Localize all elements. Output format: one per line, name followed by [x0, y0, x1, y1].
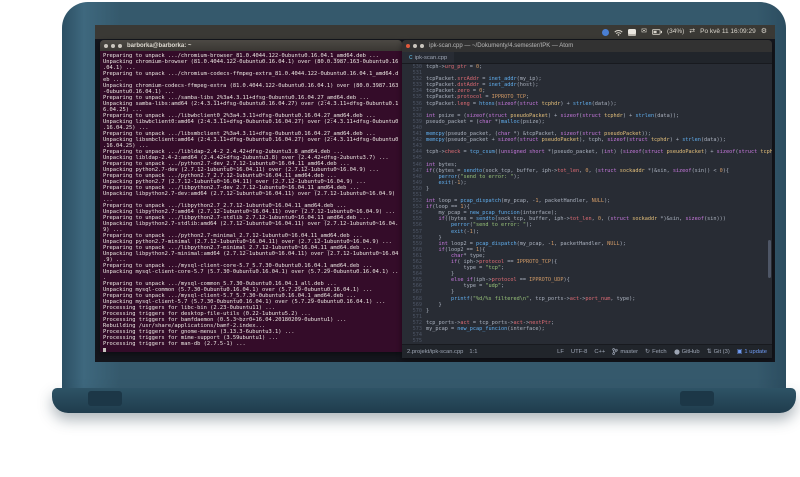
terminal-line: Preparing to unpack .../chromium-codecs-…	[103, 71, 399, 77]
minimize-button[interactable]	[413, 44, 417, 48]
keyboard-layout-icon[interactable]	[628, 28, 637, 36]
terminal-titlebar[interactable]: barborka@barborka: ~	[100, 40, 402, 51]
status-encoding[interactable]: UTF-8	[571, 349, 587, 355]
system-top-bar: ✉ (34%) ⇄ Po kvě 11 16:09:29 ⚙	[95, 25, 775, 39]
tab-label: ipk-scan.cpp	[414, 54, 448, 61]
battery-icon[interactable]	[651, 29, 662, 35]
indicator-tray: ✉ (34%) ⇄ Po kvě 11 16:09:29 ⚙	[602, 25, 775, 39]
status-file-path[interactable]: 2.projekt/ipk-scan.cpp	[407, 349, 463, 355]
laptop-hinge-left	[88, 391, 122, 406]
minimize-button[interactable]	[111, 43, 115, 48]
terminal-cursor	[103, 348, 106, 352]
terminal-output[interactable]: Preparing to unpack .../chromium-browser…	[100, 51, 402, 352]
cpp-file-icon: C	[409, 54, 413, 61]
session-gear-icon[interactable]: ⚙	[761, 25, 767, 39]
terminal-line: Unpacking samba-libs:amd64 (2:4.3.11+dfs…	[103, 101, 399, 107]
status-fetch[interactable]: ↻ Fetch	[645, 348, 667, 356]
code-line: 544 tcph->check = tcp_csum((unsigned shor…	[402, 149, 772, 155]
laptop-screen-bezel: ✉ (34%) ⇄ Po kvě 11 16:09:29 ⚙ barborka@…	[62, 2, 786, 390]
atom-editor-window: ipk-scan.cpp — ~/Dokumenty/4.semester/IP…	[402, 40, 772, 358]
status-line-ending[interactable]: LF	[557, 349, 564, 355]
git-diff-icon: ⇅	[706, 349, 712, 355]
status-git-branch[interactable]: master	[612, 348, 638, 355]
clock[interactable]: Po kvě 11 16:09:29	[700, 25, 756, 39]
maximize-button[interactable]	[118, 43, 122, 48]
status-cursor-position[interactable]: 1:1	[469, 349, 477, 355]
laptop-base	[52, 388, 796, 413]
terminal-line: Unpacking libpython2.7-minimal:amd64 (2.…	[103, 251, 399, 257]
close-button[interactable]	[104, 43, 108, 48]
mail-icon[interactable]: ✉	[641, 25, 647, 39]
package-icon: ▣	[736, 349, 743, 355]
sync-icon: ↻	[645, 349, 651, 355]
close-button[interactable]	[406, 44, 410, 48]
github-icon	[673, 348, 680, 355]
editor-scrollbar[interactable]	[768, 240, 771, 278]
code-editor[interactable]: 530 tcph->urg_ptr = 0; 531 532 tcpPacket.src…	[402, 64, 772, 345]
terminal-line: Unpacking chromium-browser (81.0.4044.12…	[103, 59, 399, 65]
wifi-icon[interactable]	[614, 29, 623, 36]
branch-icon	[612, 348, 618, 355]
terminal-line: Unpacking mysql-client-core-5.7 (5.7.30-…	[103, 269, 399, 275]
atom-titlebar[interactable]: ipk-scan.cpp — ~/Dokumenty/4.semester/IP…	[402, 40, 772, 52]
status-git-changes[interactable]: ⇅ Git (3)	[706, 348, 730, 356]
tab-bar: C ipk-scan.cpp	[402, 52, 772, 64]
maximize-button[interactable]	[420, 44, 424, 48]
status-grammar[interactable]: C++	[594, 349, 605, 355]
laptop-hinge-right	[680, 391, 714, 406]
terminal-line: Unpacking libpython2.7-dev:amd64 (2.7.12…	[103, 191, 396, 197]
status-github[interactable]: GitHub	[673, 348, 700, 355]
battery-percentage[interactable]: (34%)	[667, 25, 684, 39]
terminal-prompt-line	[103, 347, 399, 352]
network-icon[interactable]: ⇄	[689, 25, 695, 39]
code-line: 542 memcpy(pseudo_packet + sizeof(struct …	[402, 137, 772, 143]
ubuntu-desktop: ✉ (34%) ⇄ Po kvě 11 16:09:29 ⚙ barborka@…	[95, 25, 775, 362]
terminal-line: Unpacking libpython2.7-stdlib:amd64 (2.7…	[103, 221, 399, 227]
atom-window-title: ipk-scan.cpp — ~/Dokumenty/4.semester/IP…	[429, 43, 574, 49]
status-bar: 2.projekt/ipk-scan.cpp 1:1 LF UTF-8 C++ mas…	[402, 344, 772, 358]
tab-ipk-scan-cpp[interactable]: C ipk-scan.cpp	[402, 52, 455, 63]
laptop-mockup: ✉ (34%) ⇄ Po kvě 11 16:09:29 ⚙ barborka@…	[0, 0, 800, 477]
status-updates[interactable]: ▣ 1 update	[736, 348, 767, 356]
terminal-window: barborka@barborka: ~ Preparing to unpack…	[100, 40, 402, 352]
bluetooth-icon[interactable]	[602, 28, 610, 36]
terminal-title: barborka@barborka: ~	[127, 42, 192, 49]
